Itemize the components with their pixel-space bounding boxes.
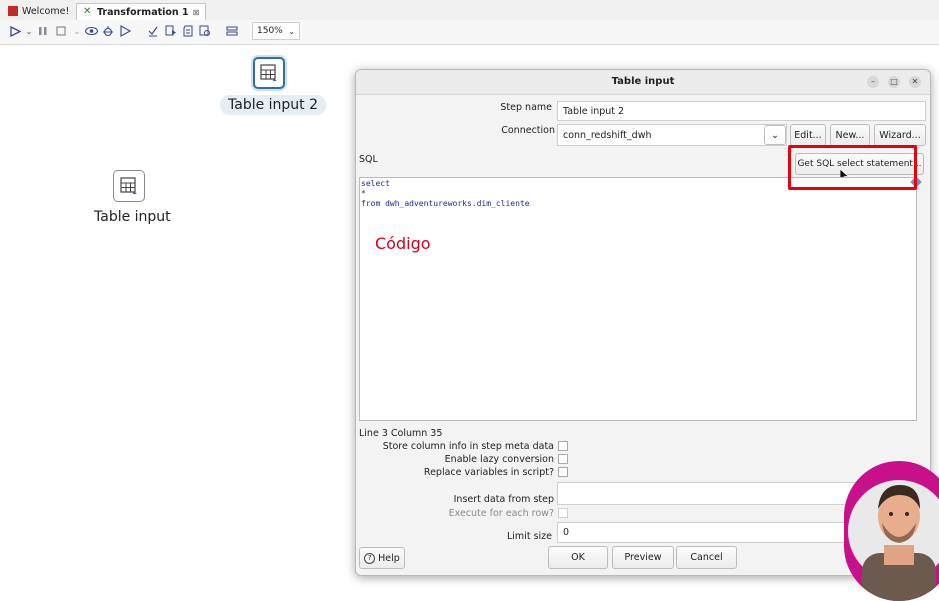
- replace-variables-checkbox[interactable]: [558, 467, 568, 477]
- codigo-annotation: Código: [375, 234, 431, 253]
- ok-button[interactable]: OK: [548, 546, 608, 569]
- connection-dropdown-button[interactable]: ⌄: [764, 125, 786, 145]
- enable-lazy-checkbox[interactable]: [558, 454, 568, 464]
- tab-welcome-label: Welcome!: [22, 5, 70, 17]
- chevron-down-icon: ⌄: [288, 26, 295, 36]
- minimize-icon[interactable]: –: [867, 76, 879, 88]
- transformation-icon: ✕: [83, 6, 92, 17]
- step-name-field[interactable]: Table input 2: [557, 101, 926, 121]
- zoom-select[interactable]: 150% ⌄: [252, 22, 300, 40]
- preview-eye-icon[interactable]: [84, 24, 98, 38]
- help-button[interactable]: ? Help: [359, 547, 405, 569]
- close-tab-icon[interactable]: ⊠: [193, 8, 200, 17]
- enable-lazy-label: Enable lazy conversion: [444, 454, 554, 465]
- sql-label: SQL: [359, 154, 378, 165]
- explore-db-icon[interactable]: [198, 24, 212, 38]
- presenter-image: [848, 480, 939, 601]
- table-input-2-step-icon[interactable]: [253, 57, 285, 89]
- sql-icon[interactable]: [181, 24, 195, 38]
- wizard-button[interactable]: Wizard...: [874, 124, 926, 146]
- maximize-icon[interactable]: □: [888, 76, 900, 88]
- cursor-position: Line 3 Column 35: [359, 428, 443, 439]
- step-name-label: Step name: [500, 102, 552, 113]
- replace-variables-label: Replace variables in script?: [423, 467, 554, 478]
- tab-welcome[interactable]: Welcome!: [2, 3, 75, 19]
- close-icon[interactable]: ✕: [909, 76, 921, 88]
- execute-each-row-label: Execute for each row?: [448, 508, 554, 519]
- connection-value: conn_redshift_dwh: [563, 129, 652, 141]
- connection-select[interactable]: conn_redshift_dwh: [557, 124, 787, 146]
- tab-transformation-1[interactable]: ✕ Transformation 1 ⊠: [76, 3, 207, 20]
- run-options-chevron-icon[interactable]: ⌄: [22, 24, 36, 38]
- verify-icon[interactable]: [146, 24, 160, 38]
- pause-icon[interactable]: [36, 24, 50, 38]
- toolbar: ⌄ ⌄ 150% ⌄: [0, 20, 939, 45]
- stop-options-chevron-icon[interactable]: ⌄: [70, 24, 84, 38]
- sql-line-2: *: [361, 189, 366, 198]
- store-column-info-label: Store column info in step meta data: [382, 441, 554, 452]
- highlight-box: [788, 145, 917, 190]
- insert-data-label: Insert data from step: [453, 494, 554, 505]
- connection-label: Connection: [501, 125, 555, 136]
- pentaho-icon: [8, 6, 18, 16]
- impact-icon[interactable]: [164, 24, 178, 38]
- help-label: Help: [378, 552, 400, 564]
- store-column-info-checkbox[interactable]: [558, 441, 568, 451]
- cancel-button[interactable]: Cancel: [676, 546, 737, 569]
- limit-size-label: Limit size: [507, 531, 552, 542]
- run-icon[interactable]: [8, 24, 22, 38]
- replay-icon[interactable]: [118, 24, 132, 38]
- chevron-down-icon: ⌄: [771, 129, 779, 141]
- zoom-value: 150%: [257, 26, 283, 36]
- tab-bar: Welcome! ✕ Transformation 1 ⊠: [0, 0, 939, 21]
- edit-connection-button[interactable]: Edit...: [790, 124, 826, 146]
- stop-icon[interactable]: [54, 24, 68, 38]
- webcam-overlay: [844, 461, 939, 601]
- sql-line-3: from dwh_adventureworks.dim_cliente: [361, 199, 530, 208]
- execute-each-row-checkbox[interactable]: [558, 508, 568, 518]
- table-input-step-icon[interactable]: [113, 170, 145, 202]
- tab-transformation-label: Transformation 1: [97, 6, 189, 18]
- grid-layout-icon[interactable]: [225, 24, 239, 38]
- table-input-label[interactable]: Table input: [94, 209, 171, 225]
- table-input-2-label[interactable]: Table input 2: [220, 95, 327, 115]
- sql-line-1: select: [361, 179, 390, 188]
- sql-editor[interactable]: select * from dwh_adventureworks.dim_cli…: [359, 176, 922, 421]
- debug-icon[interactable]: [101, 24, 115, 38]
- new-connection-button[interactable]: New...: [830, 124, 870, 146]
- dialog-title: Table input: [356, 70, 930, 95]
- preview-button[interactable]: Preview: [612, 546, 674, 569]
- help-icon: ?: [364, 552, 376, 564]
